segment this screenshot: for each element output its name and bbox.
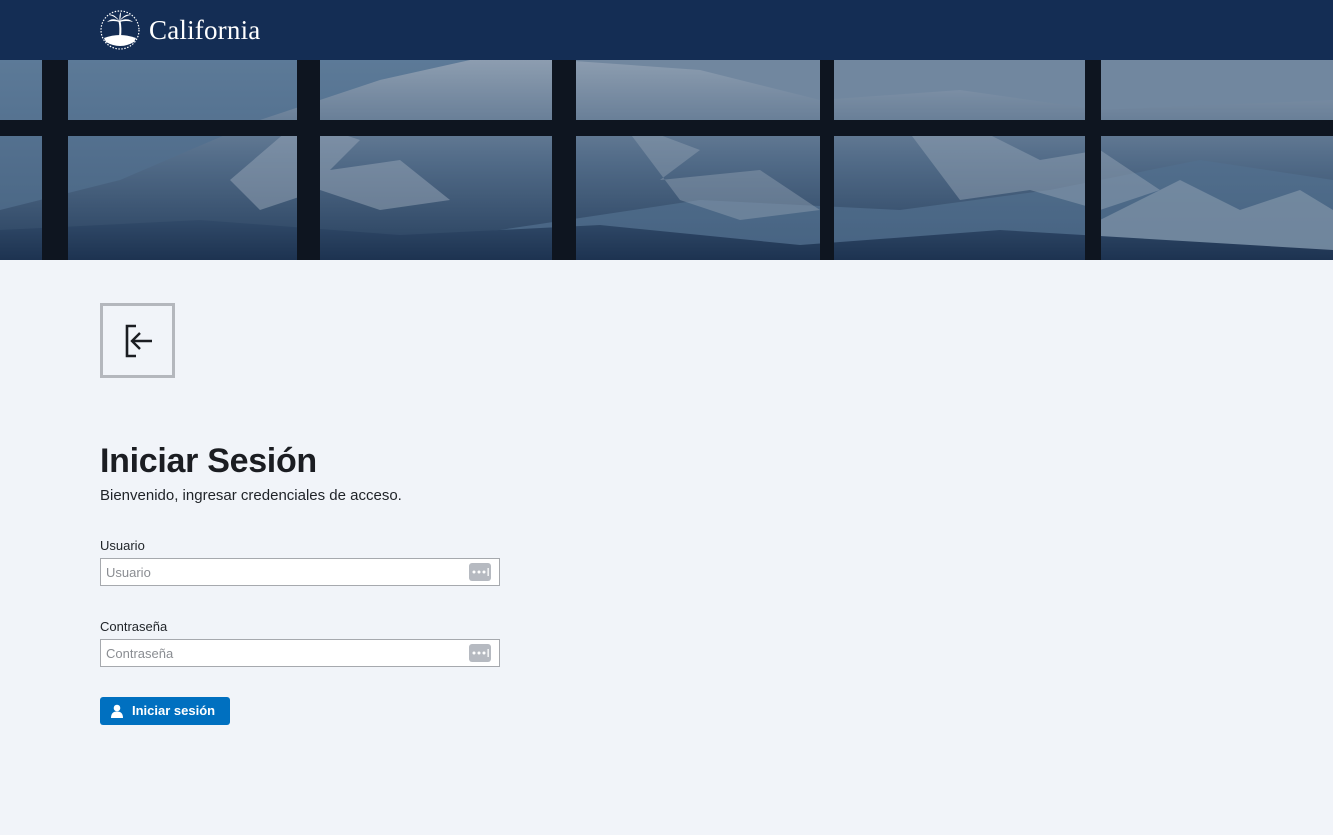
password-manager-icon[interactable]	[469, 644, 491, 662]
top-bar: California	[0, 0, 1333, 60]
mountain-window-image	[0, 60, 1333, 260]
user-icon	[111, 704, 123, 718]
sign-in-arrow-icon	[125, 324, 152, 358]
brand-link[interactable]: California	[100, 10, 260, 50]
login-button-label: Iniciar sesión	[132, 703, 216, 718]
password-input[interactable]	[101, 640, 461, 666]
palm-tree-icon	[100, 10, 140, 50]
sign-in-icon-box	[100, 303, 175, 378]
page-title: Iniciar Sesión	[100, 442, 317, 480]
brand-name: California	[149, 15, 261, 45]
username-input[interactable]	[101, 559, 461, 585]
password-manager-icon[interactable]	[469, 563, 491, 581]
password-label: Contraseña	[100, 619, 168, 634]
password-field	[100, 639, 500, 667]
login-button[interactable]: Iniciar sesión	[100, 697, 230, 725]
page-subtitle: Bienvenido, ingresar credenciales de acc…	[100, 487, 402, 504]
hero-banner	[0, 60, 1333, 260]
username-field	[100, 558, 500, 586]
username-label: Usuario	[100, 538, 145, 553]
